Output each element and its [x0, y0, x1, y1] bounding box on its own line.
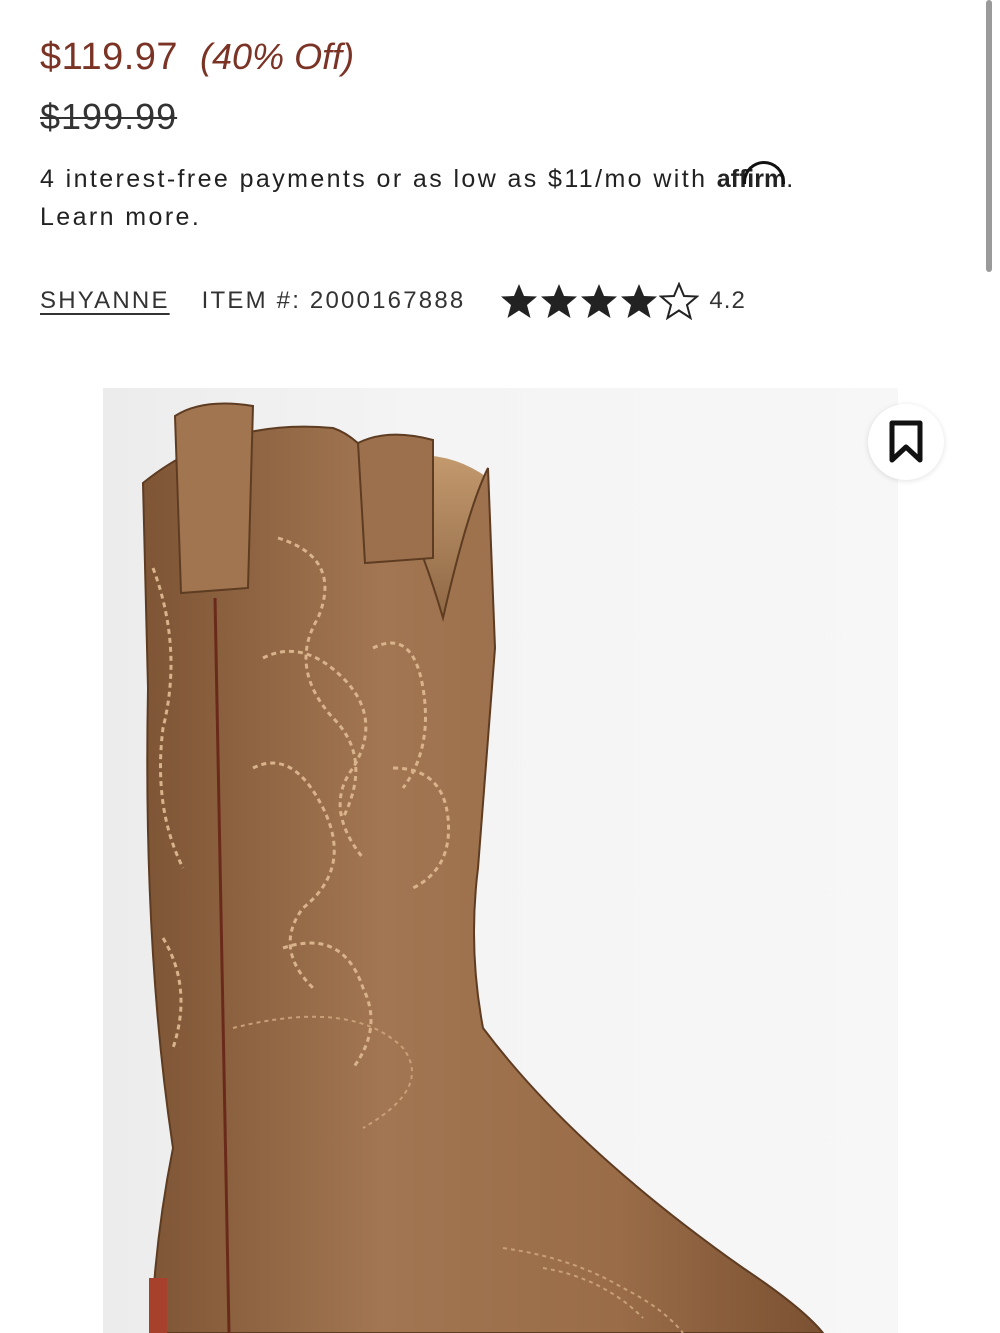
rating-stars[interactable]	[499, 282, 700, 320]
financing-text: 4 interest-free payments or as low as $1…	[40, 165, 717, 193]
sale-price: $119.97	[40, 36, 179, 78]
rating-value: 4.2	[709, 287, 746, 314]
financing-message: 4 interest-free payments or as low as $1…	[40, 160, 920, 236]
star-filled-icon	[621, 284, 658, 318]
item-number: ITEM #: 2000167888	[201, 287, 466, 314]
boot-illustration	[141, 402, 825, 1333]
bookmark-icon	[889, 420, 923, 463]
bookmark-button[interactable]	[868, 404, 944, 480]
scrollbar[interactable]	[986, 0, 992, 272]
original-price: $199.99	[40, 96, 178, 137]
star-empty-icon	[659, 282, 700, 320]
affirm-logo: affirm	[717, 161, 786, 193]
financing-period: .	[786, 165, 796, 193]
price-row: $119.97 (40% Off)	[40, 36, 354, 79]
product-meta: SHYANNE ITEM #: 2000167888 4.2	[40, 282, 746, 320]
star-filled-icon	[581, 284, 618, 318]
star-filled-icon	[541, 284, 578, 318]
product-image[interactable]	[103, 388, 898, 1333]
star-filled-icon	[501, 284, 538, 318]
brand-link[interactable]: SHYANNE	[40, 287, 170, 315]
learn-more-link[interactable]: Learn more.	[40, 203, 201, 231]
discount-label: (40% Off)	[200, 36, 355, 77]
